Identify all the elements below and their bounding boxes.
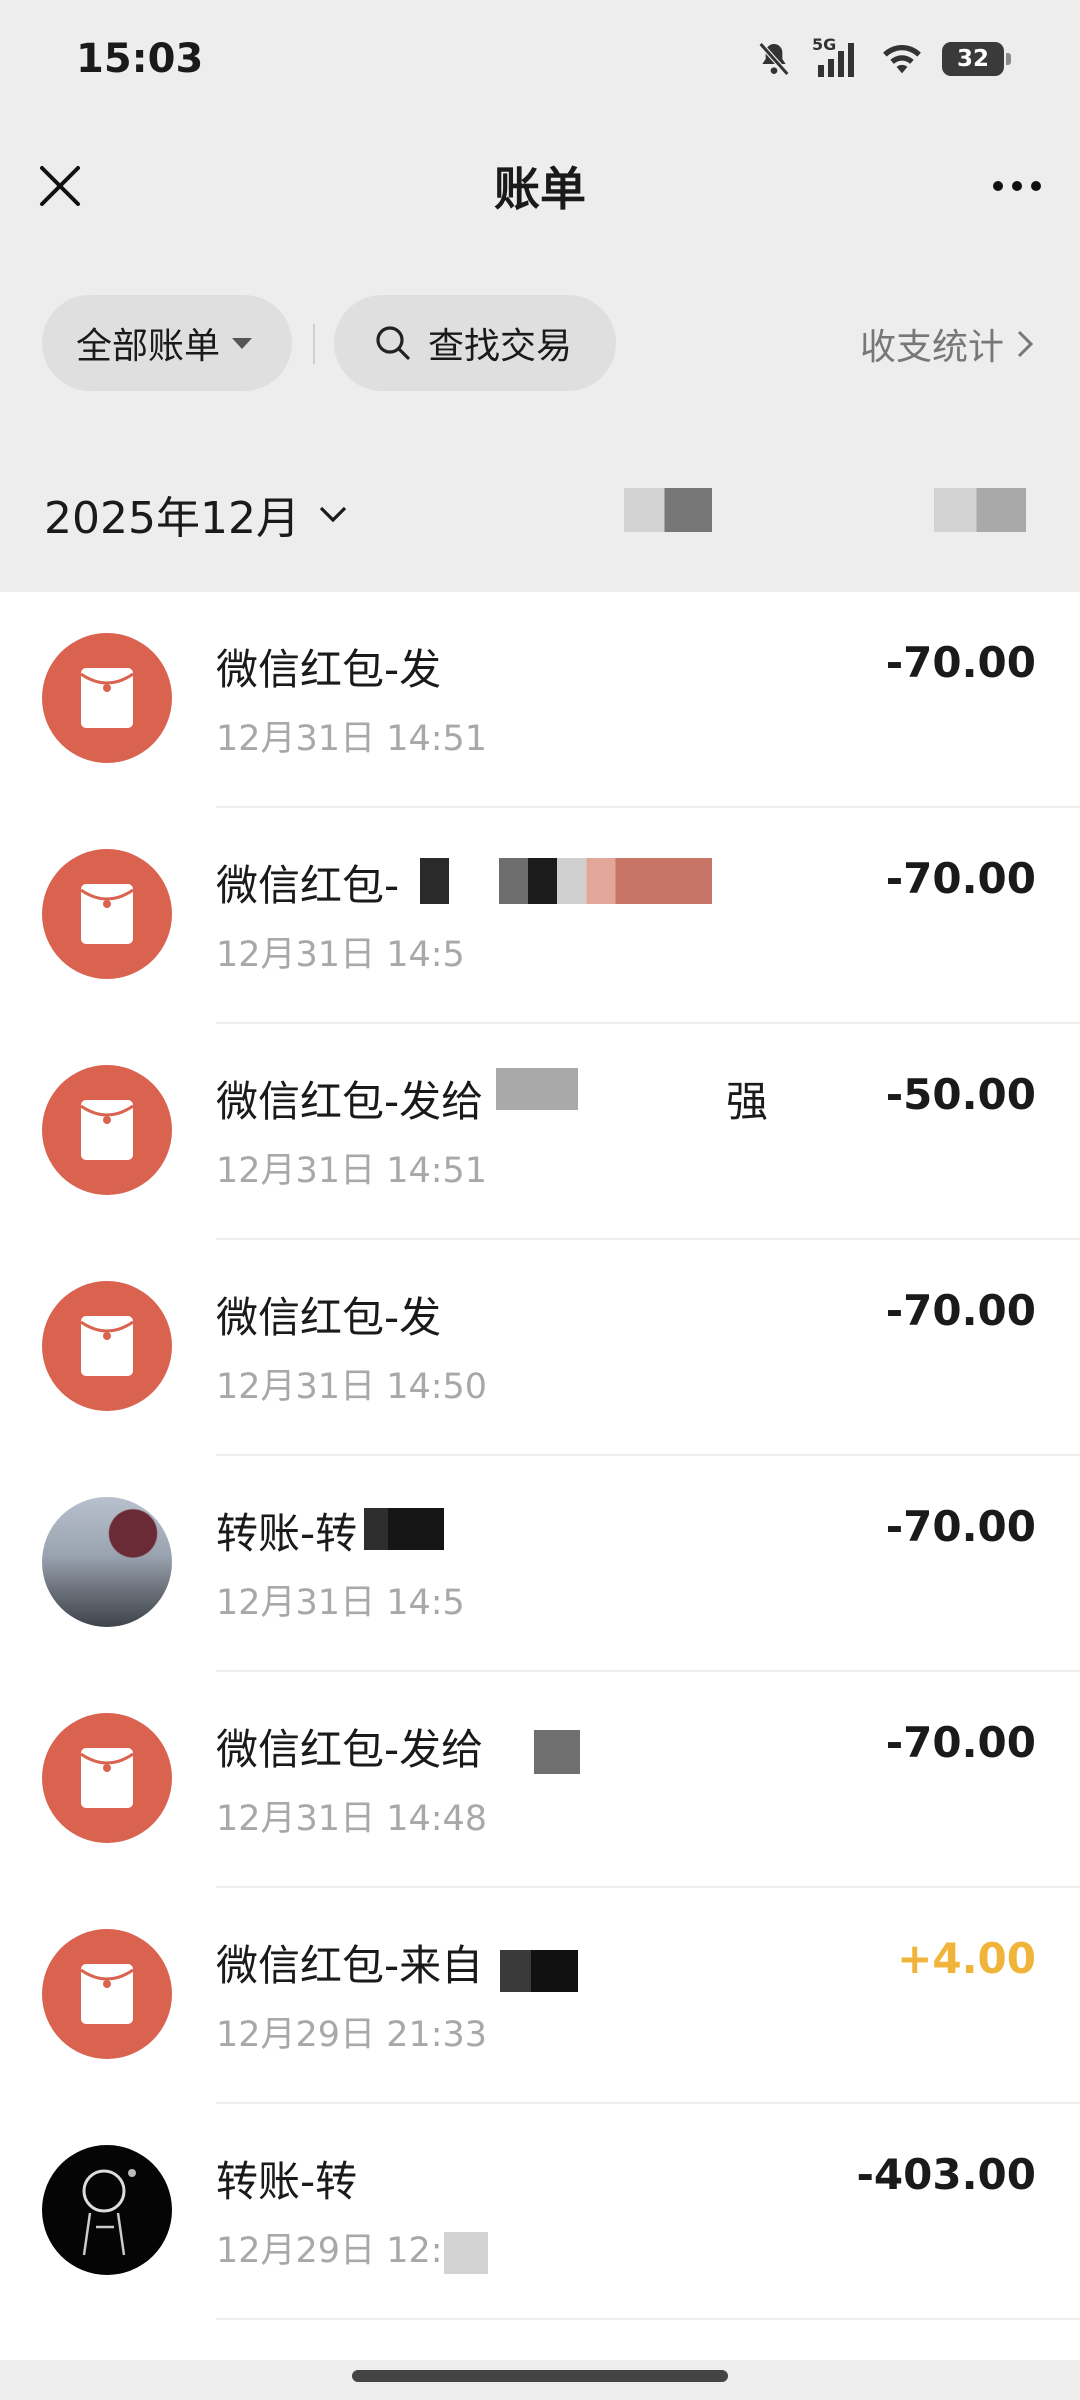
- avatar: [42, 2145, 172, 2275]
- transaction-row[interactable]: 微信红包- 12月31日 14:5 -70.00: [0, 808, 1080, 1024]
- redacted-name: [534, 1730, 580, 1774]
- transaction-title-tail: 强: [726, 1077, 769, 1126]
- transaction-time: 12月31日 14:50: [216, 1367, 488, 1407]
- title-bar: 账单: [0, 118, 1080, 254]
- more-icon-dot: [1012, 181, 1022, 191]
- redacted-time: [444, 2232, 488, 2274]
- red-packet-icon: [42, 1065, 172, 1195]
- battery-icon: 32: [942, 42, 1011, 76]
- battery-level: 32: [956, 46, 989, 72]
- search-transactions-button[interactable]: 查找交易: [334, 295, 616, 391]
- month-selector-row: 2025年12月: [0, 436, 1080, 592]
- transaction-amount: -70.00: [885, 1718, 1036, 1767]
- transaction-title: 微信红包-发给: [216, 1077, 484, 1126]
- transaction-title: 微信红包-发: [216, 645, 442, 694]
- transaction-title: 转账-转: [216, 2157, 358, 2206]
- transaction-time: 12月31日 14:48: [216, 1799, 488, 1839]
- home-indicator[interactable]: [352, 2370, 728, 2382]
- status-icons: 5G 32: [754, 35, 1011, 79]
- status-bar: 15:03 5G 32: [0, 0, 1080, 118]
- page-title: 账单: [494, 162, 586, 216]
- red-packet-icon: [42, 1713, 172, 1843]
- redacted-summary-income: [934, 488, 1026, 532]
- red-packet-icon: [42, 633, 172, 763]
- redacted-name: [364, 1508, 444, 1550]
- transaction-time: 12月29日 12:: [216, 2231, 443, 2271]
- transaction-amount: -70.00: [885, 1502, 1036, 1551]
- transaction-row[interactable]: 微信红包-发给 12月31日 14:48 -70.00: [0, 1672, 1080, 1888]
- transaction-amount: -50.00: [885, 1070, 1036, 1119]
- signal-icon: 5G: [812, 35, 862, 79]
- transaction-amount: +4.00: [897, 1934, 1036, 1983]
- red-packet-icon: [42, 1281, 172, 1411]
- red-packet-icon: [42, 1929, 172, 2059]
- more-icon-dot: [1031, 181, 1041, 191]
- transaction-time: 12月31日 14:51: [216, 719, 488, 759]
- close-icon: [40, 166, 80, 206]
- transaction-time: 12月31日 14:51: [216, 1151, 488, 1191]
- all-bills-filter[interactable]: 全部账单: [42, 295, 292, 391]
- redacted-name: [496, 1068, 578, 1110]
- month-label: 2025年12月: [44, 493, 300, 544]
- status-time: 15:03: [76, 36, 204, 82]
- wifi-icon: [883, 44, 921, 74]
- transaction-time: 12月31日 14:5: [216, 935, 465, 975]
- month-selector[interactable]: 2025年12月: [44, 482, 348, 546]
- transaction-amount: -403.00: [856, 2150, 1036, 2199]
- stats-label: 收支统计: [859, 327, 1004, 368]
- more-icon: [993, 181, 1003, 191]
- avatar: [42, 1497, 172, 1627]
- transaction-amount: -70.00: [885, 638, 1036, 687]
- search-label: 查找交易: [428, 326, 573, 367]
- transaction-title: 微信红包-: [216, 861, 400, 910]
- all-bills-label: 全部账单: [76, 326, 221, 367]
- red-packet-icon: [42, 849, 172, 979]
- income-expense-stats-link[interactable]: 收支统计: [860, 318, 1034, 370]
- transaction-row[interactable]: 转账-转 12月29日 12: -403.00: [0, 2104, 1080, 2320]
- transaction-time: 12月29日 21:33: [216, 2015, 488, 2055]
- row-divider: [216, 2318, 1080, 2320]
- transaction-title: 微信红包-发: [216, 1293, 442, 1342]
- transaction-title: 微信红包-发给: [216, 1725, 484, 1774]
- transaction-row[interactable]: 微信红包-发给 强 12月31日 14:51 -50.00: [0, 1024, 1080, 1240]
- search-icon: [376, 326, 410, 360]
- caret-down-icon: [232, 337, 253, 349]
- transaction-row[interactable]: 转账-转 12月31日 14:5 -70.00: [0, 1456, 1080, 1672]
- transaction-row[interactable]: 微信红包-发 12月31日 14:51 -70.00: [0, 592, 1080, 808]
- redacted-name: [500, 1950, 578, 1992]
- filter-row: 全部账单 查找交易 收支统计: [0, 288, 1080, 398]
- close-button[interactable]: [32, 158, 88, 214]
- transaction-row[interactable]: 微信红包-发 12月31日 14:50 -70.00: [0, 1240, 1080, 1456]
- transaction-time: 12月31日 14:5: [216, 1583, 465, 1623]
- redacted-summary-expense: [624, 488, 712, 532]
- transaction-title: 转账-转: [216, 1509, 358, 1558]
- bell-off-icon: [758, 42, 790, 76]
- transaction-title: 微信红包-来自: [216, 1941, 484, 1990]
- transaction-row[interactable]: 微信红包-来自 12月29日 21:33 +4.00: [0, 1888, 1080, 2104]
- transaction-list: 微信红包-发 12月31日 14:51 -70.00 微信红包- 12月31日 …: [0, 592, 1080, 2360]
- transaction-amount: -70.00: [885, 1286, 1036, 1335]
- more-button[interactable]: [984, 158, 1050, 214]
- transaction-amount: -70.00: [885, 854, 1036, 903]
- chevron-right-icon: [1017, 330, 1034, 358]
- chevron-down-icon: [319, 506, 347, 523]
- redacted-name: [420, 858, 712, 904]
- filter-divider: [313, 324, 315, 364]
